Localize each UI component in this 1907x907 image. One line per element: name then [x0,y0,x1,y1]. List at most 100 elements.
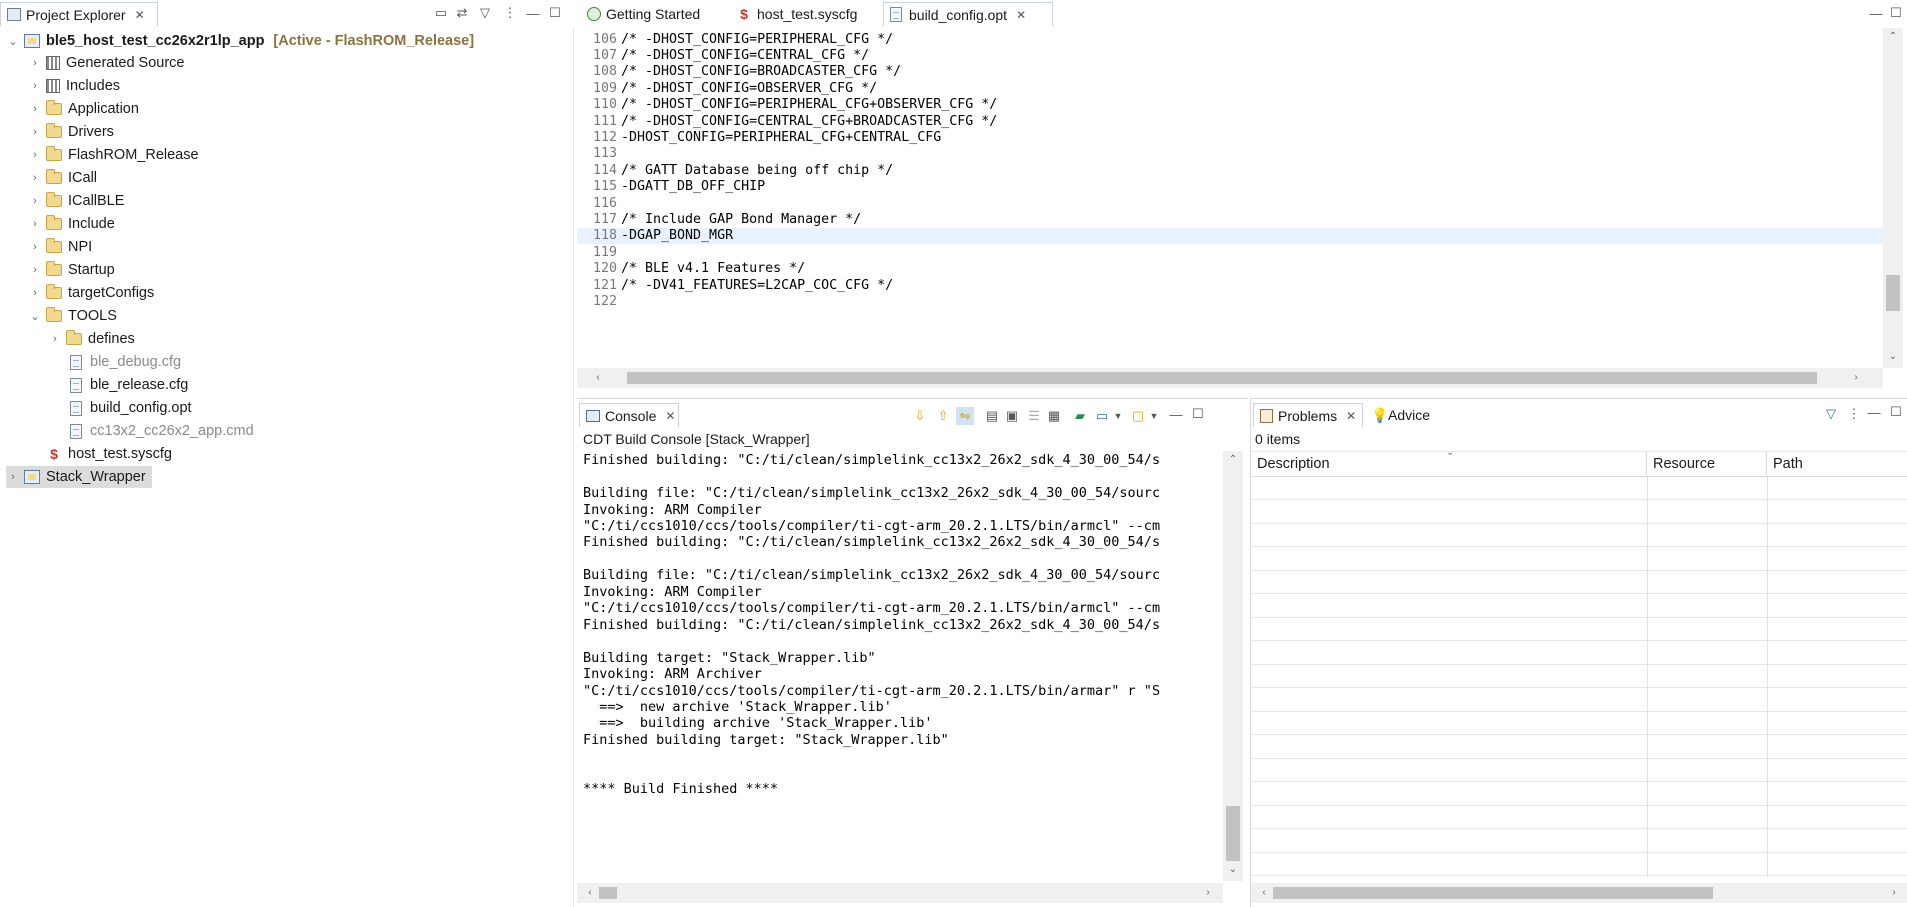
tree-item-application[interactable]: › Application [28,98,139,120]
tree-item-tools[interactable]: ⌄ TOOLS [28,305,117,327]
tree-item-npi[interactable]: › NPI [28,236,92,258]
link-console-icon[interactable]: ⇋ [956,407,974,425]
code-line[interactable]: 108/* -DHOST_CONFIG=BROADCASTER_CFG */ [577,64,1883,80]
console-vertical-scrollbar[interactable]: ⌃ ⌄ [1223,451,1243,881]
tab-console[interactable]: Console ✕ [579,403,679,427]
scroll-thumb[interactable] [1273,887,1713,899]
link-with-editor-icon[interactable]: ⇄ [453,4,471,22]
tree-item-ble-debug-cfg[interactable]: ble_debug.cfg [70,351,181,373]
tree-item-drivers[interactable]: › Drivers [28,121,114,143]
scroll-down-icon[interactable]: ⌄ [1886,351,1900,362]
tree-item-icallble[interactable]: › ICallBLE [28,190,124,212]
maximize-icon[interactable]: ☐ [1887,403,1905,421]
close-icon[interactable]: ✕ [1016,8,1026,22]
filter-icon[interactable]: ▽ [1822,405,1840,423]
code-line[interactable]: 117/* Include GAP Bond Manager */ [577,211,1883,227]
chevron-down-icon[interactable]: ⌄ [6,35,20,48]
scroll-left-icon[interactable]: ‹ [1257,887,1271,898]
code-line[interactable]: 116 [577,195,1883,211]
scroll-down-icon[interactable]: ⌄ [1226,864,1240,875]
scroll-lock-icon[interactable]: ▤ [983,407,1001,425]
console-horizontal-scrollbar[interactable]: ‹ › [577,883,1223,903]
next-error-icon[interactable]: ⇩ [911,407,929,425]
code-line[interactable]: 114/* GATT Database being off chip */ [577,162,1883,178]
chevron-down-icon[interactable]: ⌄ [28,310,42,323]
scroll-up-icon[interactable]: ⌃ [1886,31,1900,42]
tree-item-app-cmd[interactable]: cc13x2_cc26x2_app.cmd [70,420,254,442]
scroll-thumb[interactable] [1886,275,1900,311]
chevron-right-icon[interactable]: › [28,103,42,115]
tree-item-defines[interactable]: › defines [48,328,135,350]
console-output[interactable]: Finished building: "C:/ti/clean/simpleli… [577,451,1223,881]
editor-horizontal-scrollbar[interactable]: ‹ › [577,368,1883,388]
tree-item-includes[interactable]: › Includes [28,75,120,97]
chevron-right-icon[interactable]: › [28,287,42,299]
chevron-right-icon[interactable]: › [6,471,20,483]
close-icon[interactable]: ✕ [665,409,675,423]
code-line[interactable]: 119 [577,244,1883,260]
code-line[interactable]: 110/* -DHOST_CONFIG=PERIPHERAL_CFG+OBSER… [577,97,1883,113]
tab-project-explorer[interactable]: Project Explorer ✕ [0,2,158,26]
tab-getting-started[interactable]: Getting Started [581,2,731,26]
chevron-right-icon[interactable]: › [28,172,42,184]
code-line[interactable]: 122 [577,293,1883,309]
scroll-right-icon[interactable]: › [1849,372,1863,383]
chevron-down-icon[interactable]: ▼ [1145,407,1163,425]
column-header-resource[interactable]: Resource [1647,451,1767,477]
filter-icon[interactable]: ▽ [476,4,494,22]
view-menu-icon[interactable]: ⋮ [501,4,519,22]
tree-item-flashrom-release[interactable]: › FlashROM_Release [28,144,199,166]
scroll-thumb[interactable] [627,372,1817,384]
scroll-right-icon[interactable]: › [1887,887,1901,898]
tab-host-test-syscfg[interactable]: $ host_test.syscfg [732,2,882,26]
minimize-icon[interactable]: — [1167,405,1185,423]
chevron-right-icon[interactable]: › [28,195,42,207]
project-root[interactable]: ⌄ ble5_host_test_cc26x2r1lp_app [Active … [6,30,474,52]
chevron-right-icon[interactable]: › [28,264,42,276]
close-icon[interactable]: ✕ [135,8,145,22]
tab-build-config-opt[interactable]: build_config.opt ✕ [883,2,1053,26]
tab-advice[interactable]: 💡 Advice [1365,403,1455,427]
code-editor[interactable]: 106/* -DHOST_CONFIG=PERIPHERAL_CFG */107… [577,28,1883,368]
collapse-all-icon[interactable]: ▭ [432,4,450,22]
tree-item-generated-source[interactable]: › Generated Source [28,52,184,74]
chevron-right-icon[interactable]: › [28,149,42,161]
chevron-right-icon[interactable]: › [48,333,62,345]
code-line[interactable]: 106/* -DHOST_CONFIG=PERIPHERAL_CFG */ [577,31,1883,47]
code-line[interactable]: 111/* -DHOST_CONFIG=CENTRAL_CFG+BROADCAS… [577,113,1883,129]
problems-horizontal-scrollbar[interactable]: ‹ › [1251,883,1907,903]
tree-item-ble-release-cfg[interactable]: ble_release.cfg [70,374,188,396]
chevron-down-icon[interactable]: ▼ [1109,407,1127,425]
view-menu-icon[interactable]: ⋮ [1845,405,1863,423]
maximize-icon[interactable]: ☐ [546,4,564,22]
tab-problems[interactable]: Problems ✕ [1253,403,1363,427]
code-line[interactable]: 118 -DGAP_BOND_MGR [577,227,1883,245]
chevron-right-icon[interactable]: › [28,57,42,69]
code-line[interactable]: 120/* BLE v4.1 Features */ [577,261,1883,277]
minimize-icon[interactable]: — [1867,4,1885,22]
show-console-icon[interactable]: ▣ [1003,407,1021,425]
code-line[interactable]: 109/* -DHOST_CONFIG=OBSERVER_CFG */ [577,80,1883,96]
chevron-right-icon[interactable]: › [28,80,42,92]
scroll-thumb[interactable] [1226,806,1240,861]
scroll-right-icon[interactable]: › [1201,887,1215,898]
code-line[interactable]: 115 -DGATT_DB_OFF_CHIP [577,179,1883,195]
column-header-path[interactable]: Path [1767,451,1907,477]
code-line[interactable]: 107/* -DHOST_CONFIG=CENTRAL_CFG */ [577,47,1883,63]
code-line[interactable]: 113 [577,146,1883,162]
tree-item-build-config-opt[interactable]: build_config.opt [70,397,192,419]
tree-item-include[interactable]: › Include [28,213,115,235]
code-line[interactable]: 112 -DHOST_CONFIG=PERIPHERAL_CFG+CENTRAL_… [577,129,1883,145]
tree-item-stack-wrapper[interactable]: › Stack_Wrapper [6,466,152,488]
minimize-icon[interactable]: — [1865,403,1883,421]
tree-item-targetconfigs[interactable]: › targetConfigs [28,282,154,304]
chevron-right-icon[interactable]: › [28,126,42,138]
close-icon[interactable]: ✕ [1346,409,1356,423]
column-header-description[interactable]: Description ⌄ [1251,447,1647,477]
remove-console-icon[interactable]: ▦ [1045,407,1063,425]
maximize-icon[interactable]: ☐ [1189,405,1207,423]
code-line[interactable]: 121/* -DV41_FEATURES=L2CAP_COC_CFG */ [577,277,1883,293]
chevron-right-icon[interactable]: › [28,218,42,230]
tree-item-host-test-syscfg[interactable]: $ host_test.syscfg [48,443,172,465]
tree-item-icall[interactable]: › ICall [28,167,97,189]
